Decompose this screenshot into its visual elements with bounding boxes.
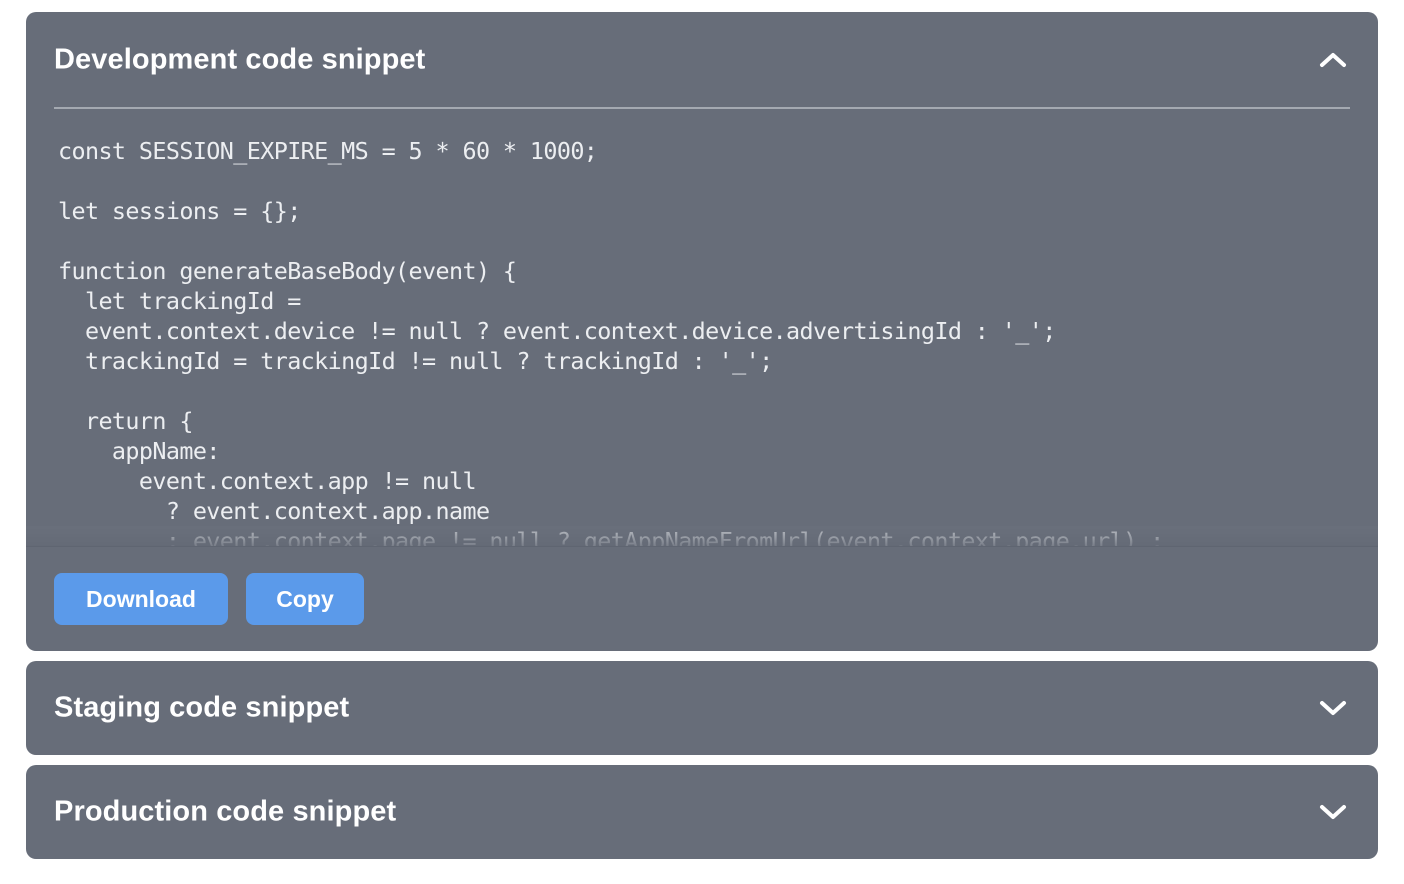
chevron-down-icon[interactable] (1318, 698, 1348, 718)
chevron-up-icon[interactable] (1318, 50, 1348, 70)
staging-snippet-title: Staging code snippet (54, 691, 350, 724)
production-snippet-header[interactable]: Production code snippet (26, 765, 1378, 859)
code-scroll-edge (26, 526, 1378, 547)
code-snippet-accordion: Development code snippet const SESSION_E… (26, 12, 1378, 869)
code-text: const SESSION_EXPIRE_MS = 5 * 60 * 1000;… (58, 137, 1164, 547)
download-button[interactable]: Download (54, 573, 228, 625)
staging-snippet-header[interactable]: Staging code snippet (26, 661, 1378, 755)
development-snippet-panel: Development code snippet const SESSION_E… (26, 12, 1378, 651)
production-snippet-title: Production code snippet (54, 795, 397, 828)
chevron-down-icon[interactable] (1318, 802, 1348, 822)
code-block[interactable]: const SESSION_EXPIRE_MS = 5 * 60 * 1000;… (26, 109, 1378, 547)
copy-button[interactable]: Copy (246, 573, 364, 625)
development-snippet-title: Development code snippet (54, 43, 426, 75)
production-snippet-panel: Production code snippet (26, 765, 1378, 859)
snippet-actions: Download Copy (26, 547, 1378, 651)
staging-snippet-panel: Staging code snippet (26, 661, 1378, 755)
development-snippet-header[interactable]: Development code snippet (26, 12, 1378, 107)
